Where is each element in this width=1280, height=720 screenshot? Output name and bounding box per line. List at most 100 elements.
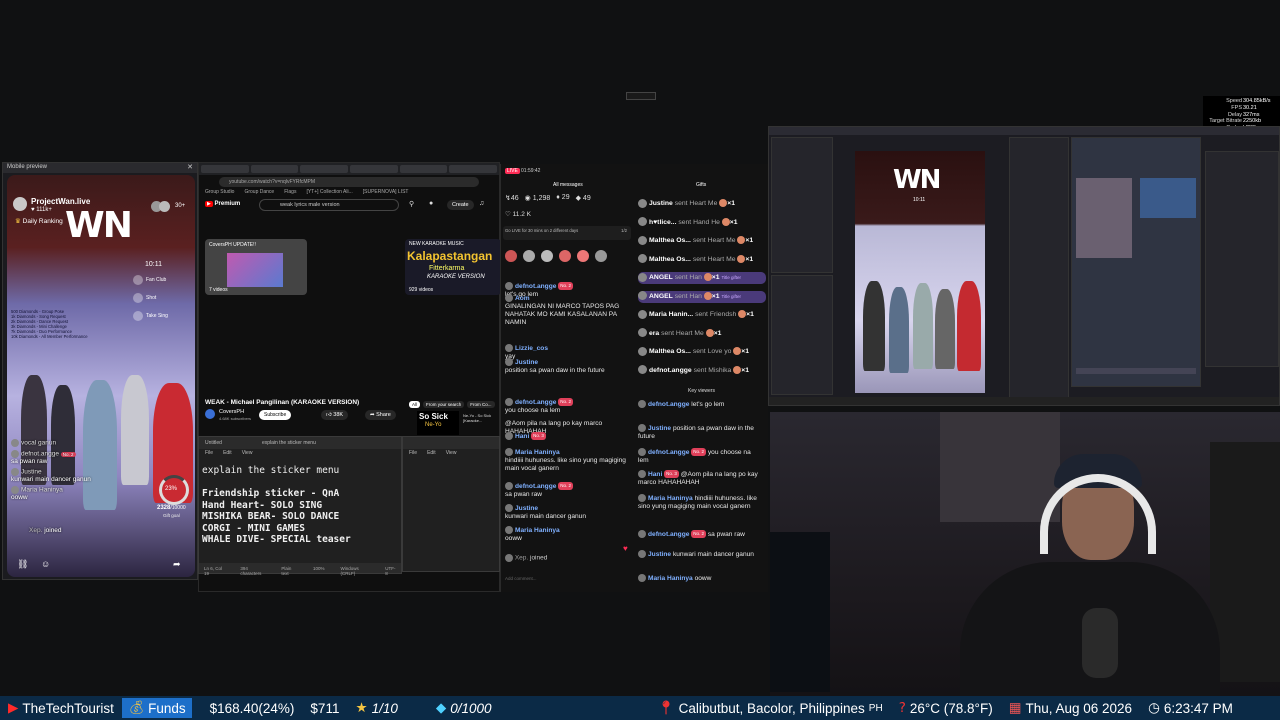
search-input[interactable]: weak lyrics male version	[259, 199, 399, 211]
key-viewer-message[interactable]: Justine position sa pwan daw in the futu…	[638, 424, 762, 441]
chat-username[interactable]: Maria Haninya	[515, 527, 560, 534]
gift-row[interactable]: era sent Heart Me ×1	[638, 328, 766, 340]
gift-row[interactable]: defnot.angge sent Mishika ×1	[638, 365, 766, 377]
address-bar[interactable]: youtube.com/watch?v=nqlvFYRfcMPM	[219, 177, 479, 187]
gifter-name[interactable]: ANGEL	[649, 293, 673, 300]
channel-avatar[interactable]	[205, 409, 215, 419]
chat-username[interactable]: defnot.angge	[515, 483, 556, 490]
chat-username[interactable]: Justine	[515, 505, 538, 512]
chat-username[interactable]: Maria Haninya	[648, 575, 693, 582]
chat-message[interactable]: Justine kunwari main dancer ganun	[505, 504, 629, 521]
chat-username[interactable]: Maria Haninya	[515, 449, 560, 456]
filter-chip[interactable]: From Co...	[467, 401, 495, 408]
key-viewer-message[interactable]: Maria Haninya ooww	[638, 574, 762, 583]
gift-row[interactable]: Malthea Os... sent Heart Me ×1	[638, 235, 766, 247]
chat-message[interactable]: Justine position sa pwan daw in the futur…	[505, 358, 629, 375]
chat-username[interactable]: defnot.angge	[648, 449, 689, 456]
bookmark-item[interactable]: Group Studio	[205, 189, 234, 197]
chat-message[interactable]: defnot.angge No. 2 you choose na lem	[505, 398, 629, 415]
sources-panel[interactable]	[771, 275, 833, 395]
side-action-item[interactable]: Fan Club	[133, 275, 173, 285]
chat-username[interactable]: defnot.angge	[515, 399, 556, 406]
browser-tabs[interactable]	[199, 163, 499, 175]
menu-edit[interactable]: Edit	[427, 450, 436, 456]
bookmark-item[interactable]: Flags	[284, 189, 296, 197]
key-viewer-message[interactable]: Maria Haninya hindiiii huhuness. like si…	[638, 494, 762, 511]
create-button[interactable]: Create	[447, 200, 474, 210]
obs-window[interactable]: WN 10:11	[768, 126, 1280, 406]
youtube-logo[interactable]: ▶ Premium	[205, 201, 240, 207]
chat-message[interactable]: Aom GINALINGAN NI MARCO TAPOS PAG NAHATAK…	[505, 294, 629, 327]
gift-row[interactable]: Justine sent Heart Me ×1	[638, 198, 766, 210]
share-icon[interactable]: ➦	[173, 559, 181, 570]
mic-icon[interactable]: ●	[429, 200, 433, 207]
notepad-window[interactable]: Untitled explain the sticker menu File E…	[198, 436, 402, 576]
chat-username[interactable]: Justine	[648, 551, 671, 558]
gifter-name[interactable]: h♥tlice...	[649, 219, 676, 226]
gifter-name[interactable]: Malthea Os...	[649, 348, 691, 355]
chat-username[interactable]: Hani	[515, 433, 529, 440]
notepad-window-secondary[interactable]: File Edit View	[402, 436, 500, 572]
live-chat-panel[interactable]: LIVE 01:59:42 All messages ↯46 ◉ 1,298 ♦…	[500, 164, 634, 592]
promo-banner[interactable]: Go LIVE for 30 mins on 2 different days …	[503, 226, 631, 240]
playlist-card[interactable]: CoversPH UPDATE!! 7 videos	[205, 239, 307, 295]
document-tab[interactable]: explain the sticker menu	[262, 440, 316, 446]
gift-row[interactable]: ANGEL sent Han ×1 Title gifter	[638, 290, 766, 303]
subscribe-button[interactable]: Subscribe	[259, 410, 292, 420]
chat-username[interactable]: Lizzie_cos	[515, 345, 548, 352]
like-button[interactable]: 👍︎ 38K	[321, 410, 349, 420]
source-tree[interactable]	[1009, 137, 1069, 401]
menu-edit[interactable]: Edit	[223, 450, 232, 456]
side-action-item[interactable]: Shot	[133, 293, 173, 303]
slider[interactable]	[1076, 368, 1196, 374]
gift-row[interactable]: Malthea Os... sent Love yo ×1	[638, 346, 766, 358]
chat-username[interactable]: Justine	[515, 359, 538, 366]
heart-icon[interactable]: ♥	[623, 544, 628, 553]
close-icon[interactable]: ✕	[187, 163, 193, 171]
bookmark-item[interactable]: [YT+] Collection Ali...	[306, 189, 352, 197]
gift-row[interactable]: h♥tlice... sent Hand He ×1	[638, 217, 766, 229]
gifter-name[interactable]: era	[649, 330, 659, 337]
gift-row[interactable]: ANGEL sent Han ×1 Title gifter	[638, 272, 766, 284]
dock-controls[interactable]	[1071, 137, 1201, 387]
menu-file[interactable]: File	[409, 450, 417, 456]
chat-message[interactable]: Hani No. 3	[505, 432, 629, 441]
menu-file[interactable]: File	[205, 450, 213, 456]
notepad-text-area[interactable]: explain the sticker menu Friendship stick…	[202, 465, 351, 546]
bookmark-item[interactable]: Group Dance	[244, 189, 274, 197]
link-icon[interactable]: ⛓	[17, 559, 28, 570]
karaoke-card[interactable]: NEW KARAOKE MUSIC Kalapastangan Fitterka…	[405, 239, 501, 295]
tab-gifts[interactable]: Gifts	[696, 182, 706, 188]
gifter-name[interactable]: Malthea Os...	[649, 237, 691, 244]
filter-chip[interactable]: All	[409, 401, 421, 408]
share-button[interactable]: ➦ Share	[365, 410, 396, 420]
gift-row[interactable]: Malthea Os... sent Heart Me ×1	[638, 254, 766, 266]
chat-message[interactable]: Maria Haninya hindiiii huhuness. like sin…	[505, 448, 629, 473]
side-action-item[interactable]: Take Sing	[133, 311, 173, 321]
tab-all-messages[interactable]: All messages	[553, 182, 583, 188]
key-viewer-message[interactable]: Justine kunwari main dancer ganun	[638, 550, 762, 559]
related-thumb[interactable]: So Sick Ne-Yo	[417, 411, 459, 435]
chat-username[interactable]: Aom	[515, 295, 530, 302]
gifter-name[interactable]: Maria Hanin...	[649, 311, 693, 318]
chat-username[interactable]: Justine	[648, 425, 671, 432]
chat-username[interactable]: defnot.angge	[648, 401, 689, 408]
obs-preview[interactable]: WN 10:11	[855, 151, 985, 393]
chat-username[interactable]: Maria Haninya	[648, 495, 693, 502]
gifter-name[interactable]: ANGEL	[649, 274, 673, 281]
channel-name[interactable]: CoversPH	[219, 409, 244, 415]
key-viewer-message[interactable]: Hani No. 3 @Aom pila na lang po kay marc…	[638, 470, 762, 487]
related-meta[interactable]: Ne-Yo - So Sick [Karaoke...	[463, 413, 499, 423]
mobile-preview-window[interactable]: Mobile preview ✕ ProjectWan.live ♥ 111k+…	[2, 162, 198, 580]
filter-chip[interactable]: From your search	[423, 401, 465, 408]
key-viewer-message[interactable]: defnot.angge let's go lem	[638, 400, 762, 409]
menu-view[interactable]: View	[242, 450, 253, 456]
gifter-name[interactable]: Malthea Os...	[649, 256, 691, 263]
search-icon[interactable]: ⚲	[409, 200, 414, 208]
bookmark-item[interactable]: [SUPERNOVA] LIST	[363, 189, 409, 197]
daily-ranking[interactable]: ♛ Daily Ranking	[15, 217, 63, 225]
gifter-name[interactable]: defnot.angge	[649, 367, 692, 374]
menu-view[interactable]: View	[446, 450, 457, 456]
bell-icon[interactable]: ♫	[479, 200, 484, 207]
chat-username[interactable]: defnot.angge	[648, 531, 689, 538]
